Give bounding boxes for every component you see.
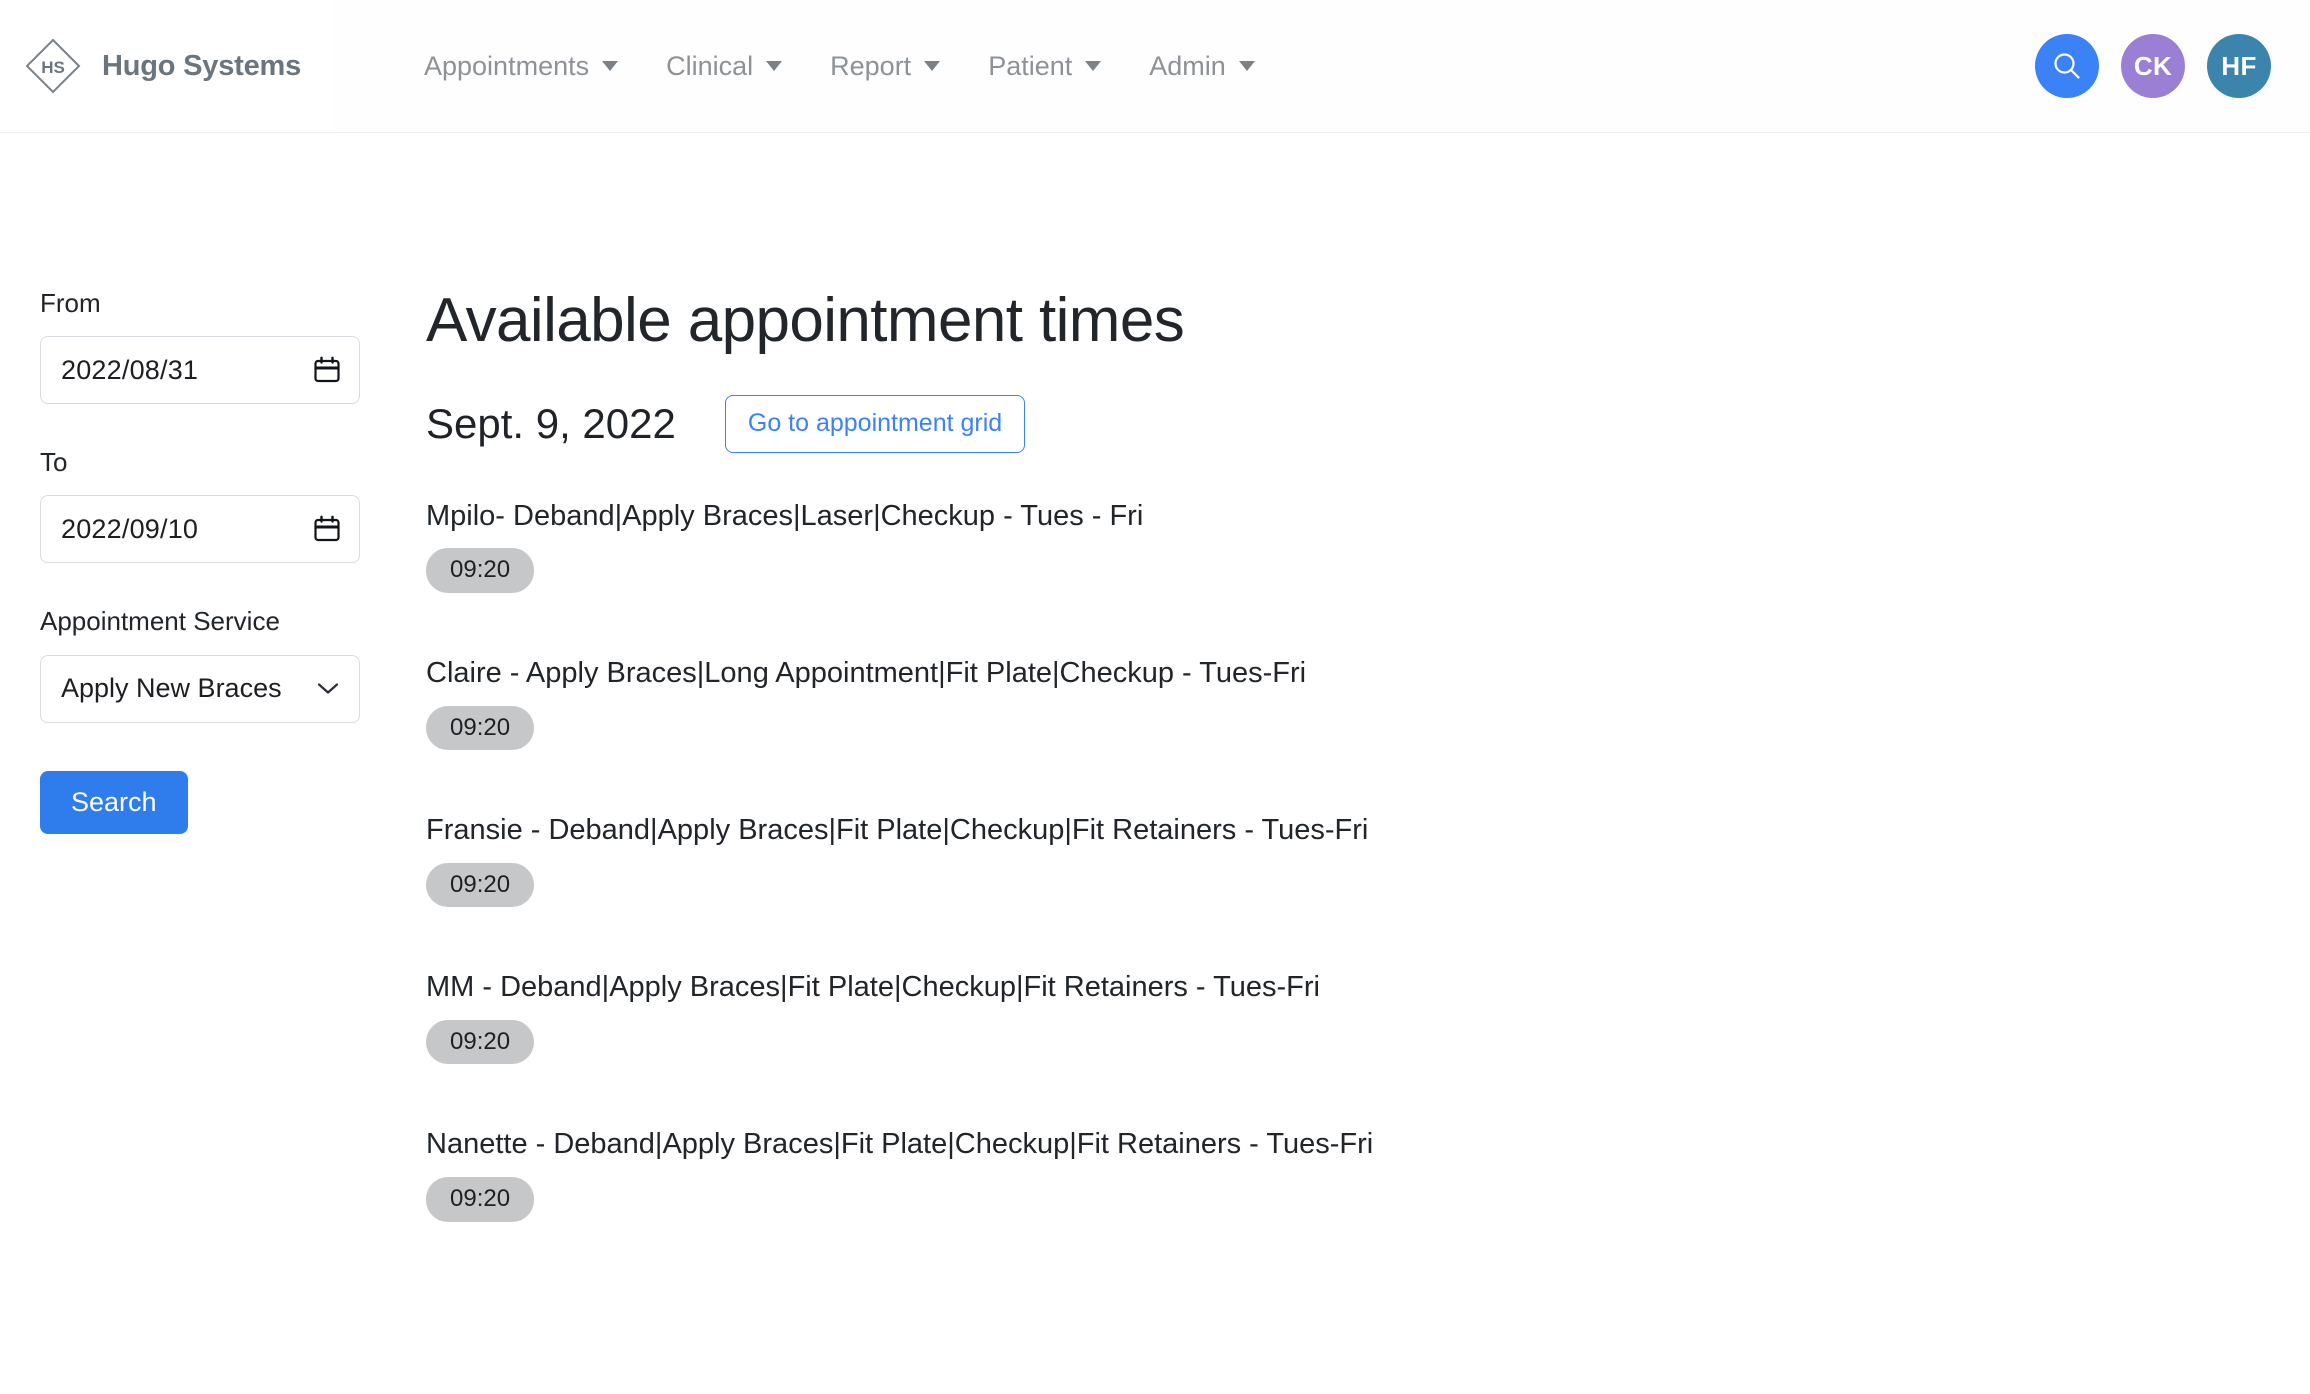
go-to-appointment-grid-button[interactable]: Go to appointment grid [725,395,1025,453]
brand-name: Hugo Systems [102,50,301,83]
provider-block: Fransie - Deband|Apply Braces|Fit Plate|… [426,813,2310,907]
nav-item-label: Appointments [424,53,589,80]
provider-name: MM - Deband|Apply Braces|Fit Plate|Check… [426,970,2310,1005]
filter-sidebar: From 2022/08/31 To 2022/09/10 [0,288,380,1285]
slot-row: 09:20 [426,548,2310,592]
search-submit-button[interactable]: Search [40,771,188,835]
top-navbar: HS Hugo Systems Appointments Clinical Re… [0,0,2310,133]
main-content: Available appointment times Sept. 9, 202… [380,288,2310,1285]
nav-item-label: Admin [1149,53,1226,80]
appointment-service-select[interactable]: Apply New Braces [40,655,360,723]
chevron-down-icon [1239,61,1255,71]
provider-block: Nanette - Deband|Apply Braces|Fit Plate|… [426,1127,2310,1221]
chevron-down-icon [766,61,782,71]
calendar-icon[interactable] [313,356,341,384]
time-slot-badge[interactable]: 09:20 [426,863,534,907]
diamond-logo-icon: HS [22,35,84,97]
time-slot-badge[interactable]: 09:20 [426,1020,534,1064]
appointment-service-label: Appointment Service [40,606,380,637]
avatar-ck[interactable]: CK [2121,34,2185,98]
search-icon [2050,49,2084,83]
from-date-label: From [40,288,380,319]
main-nav: Appointments Clinical Report Patient Adm… [400,53,1279,80]
nav-item-appointments[interactable]: Appointments [400,53,642,80]
chevron-down-icon [1085,61,1101,71]
provider-name: Fransie - Deband|Apply Braces|Fit Plate|… [426,813,2310,848]
from-date-value: 2022/08/31 [61,355,313,386]
to-date-label: To [40,447,380,478]
nav-item-report[interactable]: Report [806,53,964,80]
search-button[interactable] [2035,34,2099,98]
provider-name: Nanette - Deband|Apply Braces|Fit Plate|… [426,1127,2310,1162]
to-date-value: 2022/09/10 [61,514,313,545]
avatar-initials: HF [2221,51,2256,82]
time-slot-badge[interactable]: 09:20 [426,548,534,592]
to-date-input[interactable]: 2022/09/10 [40,495,360,563]
svg-text:HS: HS [41,58,65,77]
chevron-down-icon [924,61,940,71]
slot-row: 09:20 [426,706,2310,750]
page-body: From 2022/08/31 To 2022/09/10 [0,133,2310,1285]
brand-logo[interactable]: HS Hugo Systems [0,35,333,97]
provider-block: Mpilo- Deband|Apply Braces|Laser|Checkup… [426,499,2310,593]
nav-item-patient[interactable]: Patient [964,53,1125,80]
chevron-down-icon [317,682,339,695]
avatar-hf[interactable]: HF [2207,34,2271,98]
slot-row: 09:20 [426,1020,2310,1064]
time-slot-badge[interactable]: 09:20 [426,706,534,750]
appointment-service-value: Apply New Braces [61,673,317,704]
nav-item-clinical[interactable]: Clinical [642,53,806,80]
calendar-icon[interactable] [313,515,341,543]
chevron-down-icon [602,61,618,71]
provider-name: Claire - Apply Braces|Long Appointment|F… [426,656,2310,691]
date-header-row: Sept. 9, 2022 Go to appointment grid [426,395,2310,453]
nav-item-label: Clinical [666,53,753,80]
avatar-initials: CK [2134,51,2172,82]
nav-item-admin[interactable]: Admin [1125,53,1279,80]
provider-name: Mpilo- Deband|Apply Braces|Laser|Checkup… [426,499,2310,534]
provider-block: MM - Deband|Apply Braces|Fit Plate|Check… [426,970,2310,1064]
navbar-actions: CK HF [2035,34,2310,98]
slot-row: 09:20 [426,863,2310,907]
nav-item-label: Patient [988,53,1072,80]
page-title: Available appointment times [426,288,2310,353]
selected-date-heading: Sept. 9, 2022 [426,401,676,447]
slot-row: 09:20 [426,1177,2310,1221]
nav-item-label: Report [830,53,911,80]
from-date-input[interactable]: 2022/08/31 [40,336,360,404]
time-slot-badge[interactable]: 09:20 [426,1177,534,1221]
provider-block: Claire - Apply Braces|Long Appointment|F… [426,656,2310,750]
provider-list: Mpilo- Deband|Apply Braces|Laser|Checkup… [426,499,2310,1222]
